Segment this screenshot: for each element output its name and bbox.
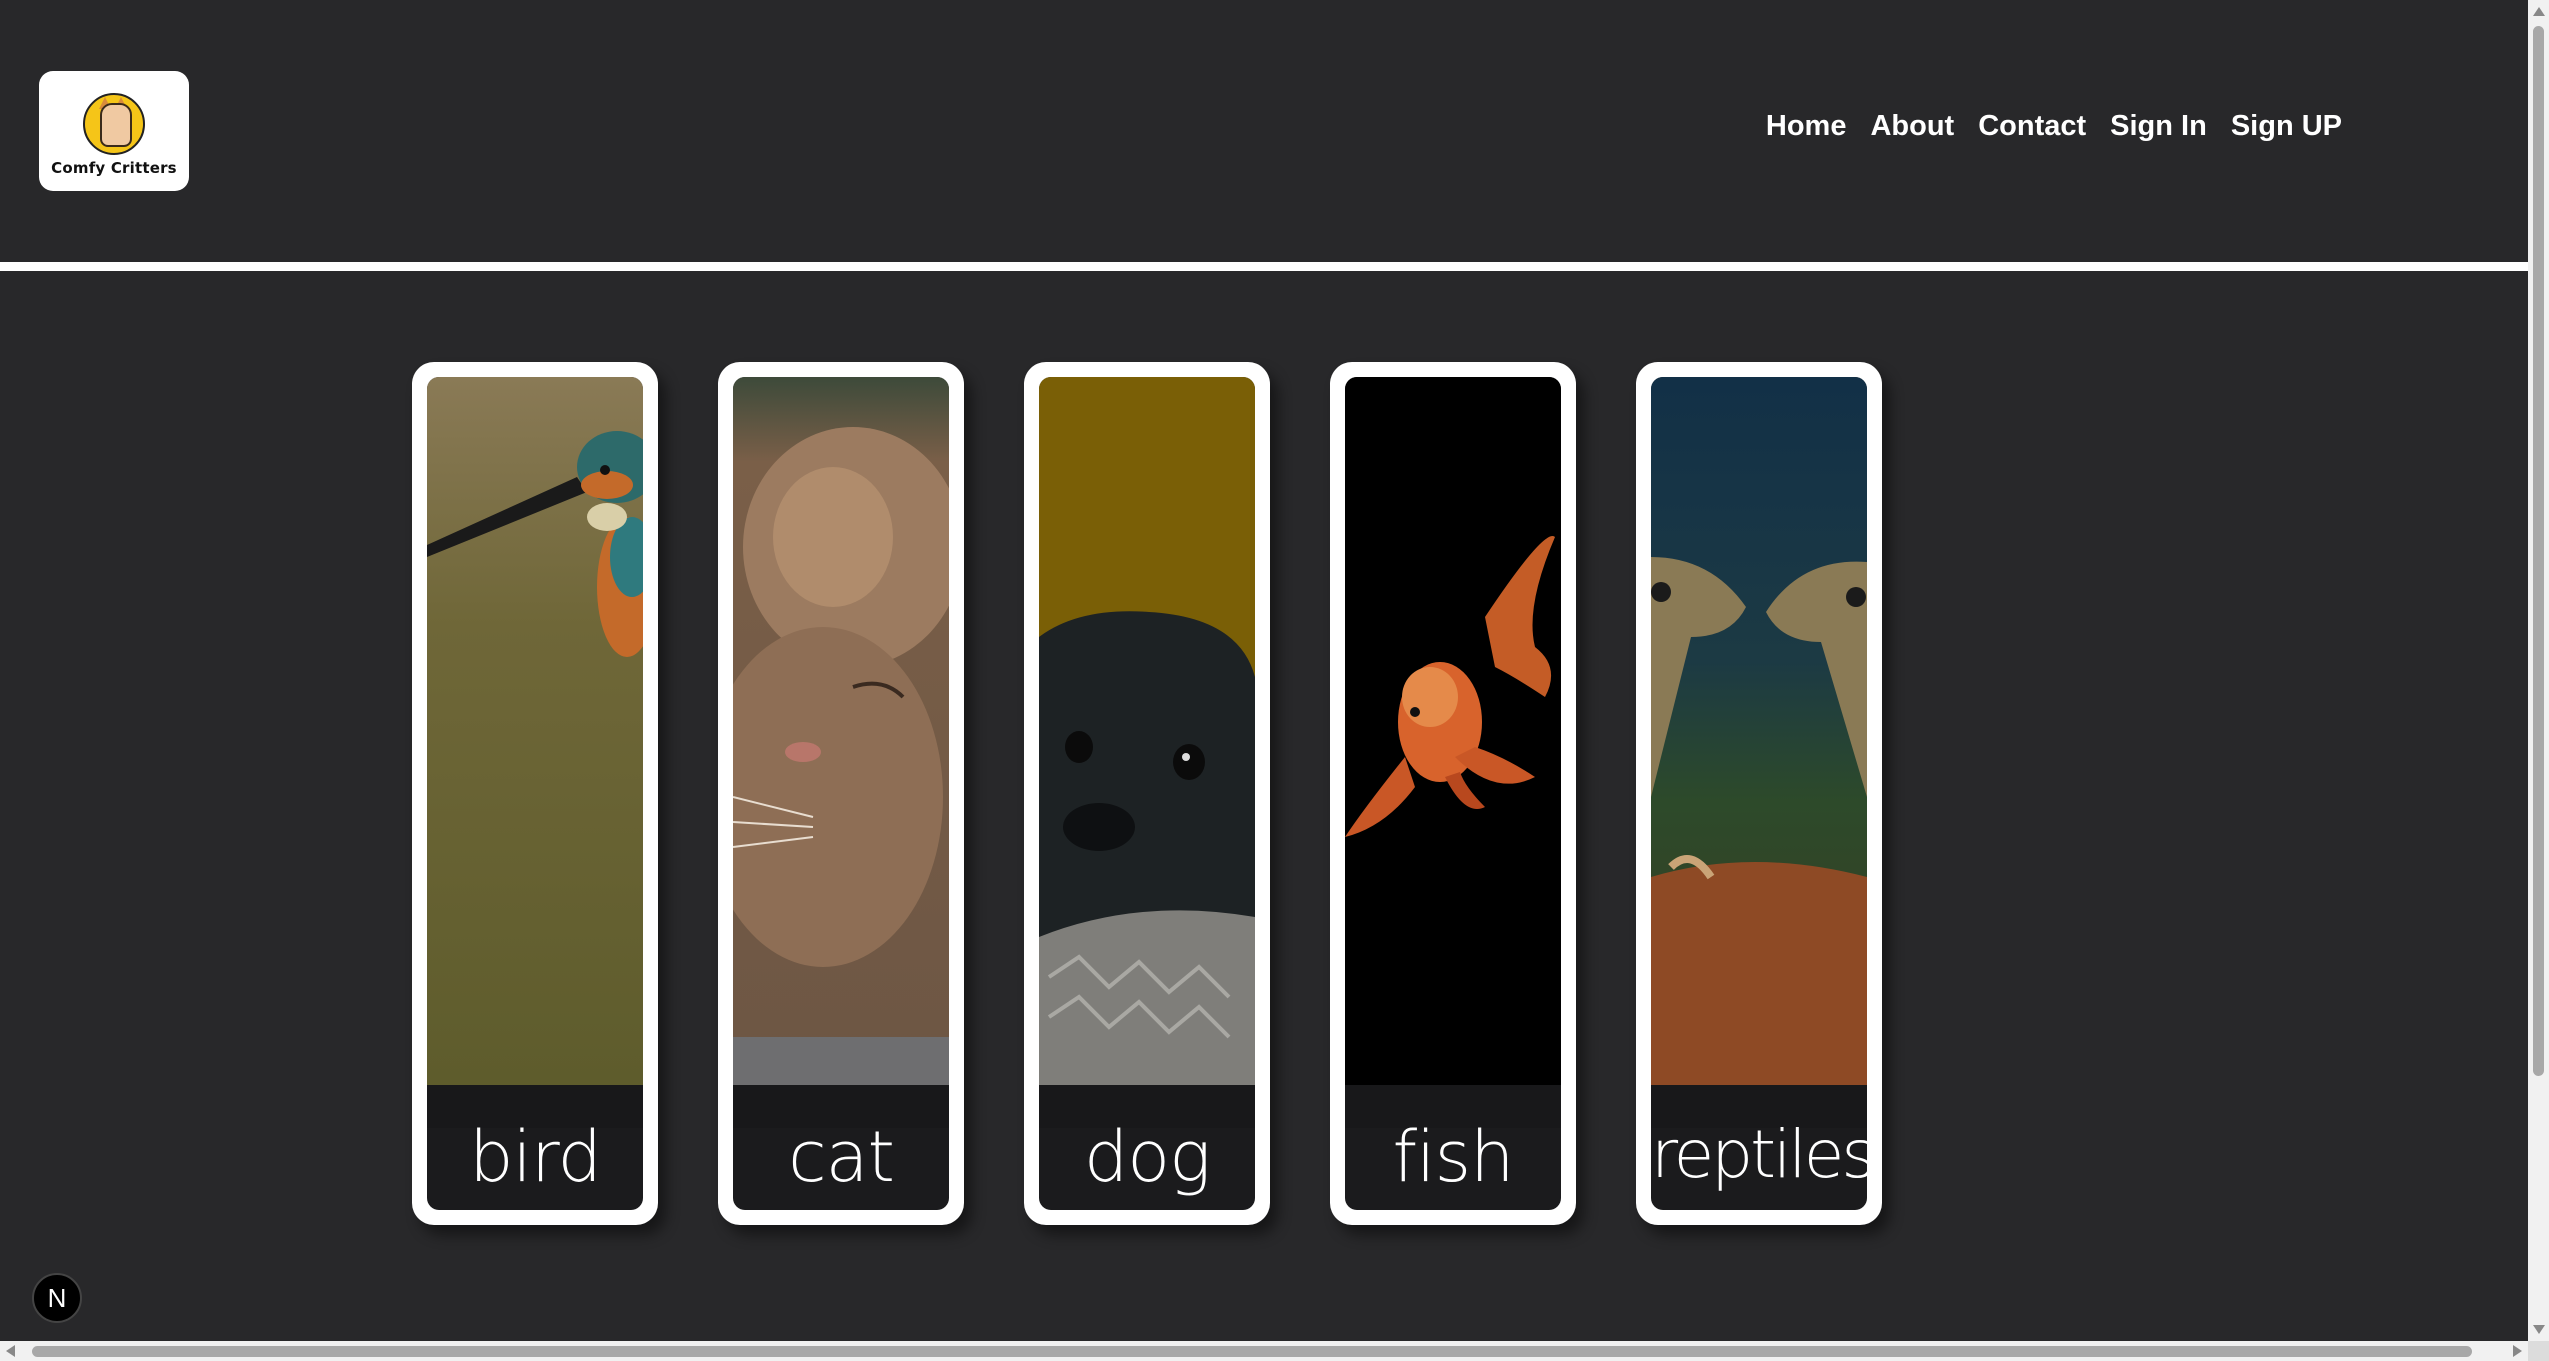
logo-text: Comfy Critters bbox=[51, 159, 177, 177]
scroll-right-icon[interactable] bbox=[2513, 1345, 2522, 1357]
category-card-reptiles[interactable]: reptiles bbox=[1636, 362, 1882, 1225]
logo[interactable]: Comfy Critters bbox=[39, 71, 189, 191]
scroll-up-icon[interactable] bbox=[2533, 7, 2545, 16]
category-cards: bird cat dog fish reptiles bbox=[412, 362, 1882, 1225]
vertical-scroll-thumb[interactable] bbox=[2533, 26, 2544, 1076]
category-card-cat[interactable]: cat bbox=[718, 362, 964, 1225]
nav-sign-up-link[interactable]: Sign UP bbox=[2231, 110, 2342, 143]
category-label: bird bbox=[469, 1116, 602, 1198]
header-divider bbox=[0, 262, 2528, 271]
main-nav: Home About Contact Sign In Sign UP bbox=[1766, 110, 2342, 143]
site-header: Comfy Critters Home About Contact Sign I… bbox=[0, 0, 2528, 262]
vertical-scrollbar[interactable] bbox=[2528, 0, 2549, 1341]
card-inner: dog bbox=[1039, 377, 1255, 1210]
horizontal-scrollbar[interactable] bbox=[0, 1341, 2528, 1361]
bird-photo bbox=[427, 377, 643, 1085]
nav-contact-link[interactable]: Contact bbox=[1978, 110, 2086, 143]
nav-sign-in-link[interactable]: Sign In bbox=[2110, 110, 2207, 143]
category-label: reptiles bbox=[1651, 1116, 1867, 1193]
card-inner: fish bbox=[1345, 377, 1561, 1210]
fish-photo bbox=[1345, 377, 1561, 1085]
scrollbar-corner bbox=[2528, 1341, 2549, 1361]
nav-about-link[interactable]: About bbox=[1870, 110, 1954, 143]
category-label: cat bbox=[788, 1116, 895, 1198]
category-card-fish[interactable]: fish bbox=[1330, 362, 1576, 1225]
scroll-left-icon[interactable] bbox=[6, 1345, 15, 1357]
reptiles-photo bbox=[1651, 377, 1867, 1085]
cat-photo bbox=[733, 377, 949, 1085]
category-card-dog[interactable]: dog bbox=[1024, 362, 1270, 1225]
category-label: dog bbox=[1083, 1116, 1211, 1198]
card-inner: reptiles bbox=[1651, 377, 1867, 1210]
card-inner: cat bbox=[733, 377, 949, 1210]
category-card-bird[interactable]: bird bbox=[412, 362, 658, 1225]
page: Comfy Critters Home About Contact Sign I… bbox=[0, 0, 2549, 1361]
scroll-down-icon[interactable] bbox=[2533, 1325, 2545, 1334]
dev-tools-badge[interactable]: N bbox=[32, 1273, 82, 1323]
category-label: fish bbox=[1392, 1116, 1515, 1198]
nav-home-link[interactable]: Home bbox=[1766, 110, 1847, 143]
card-inner: bird bbox=[427, 377, 643, 1210]
logo-mascot-icon bbox=[83, 93, 145, 155]
horizontal-scroll-thumb[interactable] bbox=[32, 1346, 2472, 1357]
dog-photo bbox=[1039, 377, 1255, 1085]
